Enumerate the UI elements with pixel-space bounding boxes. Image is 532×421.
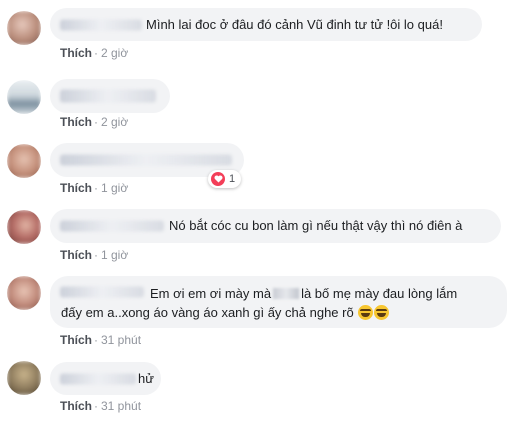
timestamp[interactable]: 31 phút <box>101 399 141 413</box>
avatar[interactable] <box>7 80 41 114</box>
comment-text: hử <box>138 371 154 386</box>
comment-text-line-1: Em ơi em ơi mày mà là bố mẹ mày đau lòng … <box>150 285 457 302</box>
timestamp[interactable]: 2 giờ <box>101 115 128 129</box>
laughing-emoji-icon <box>358 305 374 320</box>
comment-bubble <box>50 79 170 113</box>
author-name-redacted[interactable] <box>60 373 136 384</box>
comment-actions: Thích · 31 phút <box>60 399 142 413</box>
like-link[interactable]: Thích <box>60 115 92 129</box>
reaction-count: 1 <box>229 173 236 185</box>
avatar[interactable] <box>7 276 41 310</box>
comment-text-part-2: là bố mẹ mày đau lòng lắm <box>301 286 458 301</box>
laughing-emoji-icon <box>374 305 390 320</box>
like-link[interactable]: Thích <box>60 399 92 413</box>
avatar[interactable] <box>7 144 41 178</box>
avatar[interactable] <box>7 361 41 395</box>
like-link[interactable]: Thích <box>60 46 92 60</box>
timestamp[interactable]: 1 giờ <box>101 181 128 195</box>
comment-actions: Thích · 31 phút <box>60 333 142 347</box>
author-name-redacted[interactable] <box>60 89 156 103</box>
comment-actions: Thích · 1 giờ <box>60 181 129 195</box>
comment-text-line-2: đấy em a..xong áo vàng áo xanh gì ấy chả… <box>61 304 390 321</box>
heart-icon <box>211 172 225 186</box>
comment-bubble: Em ơi em ơi mày mà là bố mẹ mày đau lòng … <box>50 276 507 328</box>
timestamp[interactable]: 1 giờ <box>101 248 128 262</box>
avatar[interactable] <box>7 210 41 244</box>
author-name-redacted[interactable] <box>60 154 232 166</box>
comment-actions: Thích · 2 giờ <box>60 46 129 60</box>
author-name-redacted[interactable] <box>60 220 164 232</box>
comment-text-part-1: Em ơi em ơi mày mà <box>150 286 272 301</box>
timestamp[interactable]: 31 phút <box>101 333 141 347</box>
comment-text: Nó bắt cóc cu bon làm gì nếu thật vậy th… <box>169 218 463 233</box>
comment-bubble: Mình lai đoc ở đâu đó cảnh Vũ đinh tư tử… <box>50 8 482 41</box>
comment-text-part-3: đấy em a..xong áo vàng áo xanh gì ấy chả… <box>61 305 354 320</box>
comment-actions: Thích · 2 giờ <box>60 115 129 129</box>
comment-actions: Thích · 1 giờ <box>60 248 129 262</box>
like-link[interactable]: Thích <box>60 248 92 262</box>
comment-bubble: hử <box>50 362 161 395</box>
like-link[interactable]: Thích <box>60 333 92 347</box>
author-name-redacted[interactable] <box>60 286 144 298</box>
like-link[interactable]: Thích <box>60 181 92 195</box>
censored-word <box>273 288 300 299</box>
timestamp[interactable]: 2 giờ <box>101 46 128 60</box>
reaction-badge[interactable]: 1 <box>208 170 242 188</box>
author-name-redacted[interactable] <box>60 19 142 30</box>
avatar[interactable] <box>7 11 41 45</box>
comment-text: Mình lai đoc ở đâu đó cảnh Vũ đinh tư tử… <box>146 17 443 32</box>
comment-bubble: Nó bắt cóc cu bon làm gì nếu thật vậy th… <box>50 209 501 243</box>
